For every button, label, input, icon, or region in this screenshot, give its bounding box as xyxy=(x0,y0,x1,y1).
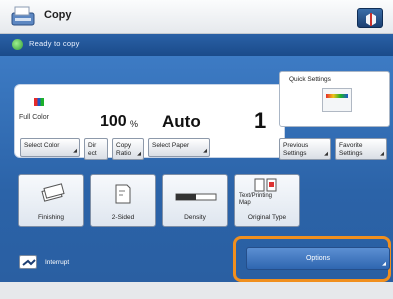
previous-settings-button[interactable]: Previous Settings ◢ xyxy=(279,138,331,160)
status-ok-icon xyxy=(12,39,23,50)
copier-icon xyxy=(10,3,38,29)
status-bar: Ready to copy xyxy=(0,34,393,56)
color-mode-value: Full Color xyxy=(19,114,49,121)
corner-arrow-icon: ◢ xyxy=(380,150,384,157)
density-button[interactable]: Density xyxy=(162,174,228,227)
preset-thumbnail-icon xyxy=(322,88,352,112)
select-paper-label: Select Paper xyxy=(152,142,190,149)
corner-arrow-icon: ◢ xyxy=(324,150,328,157)
density-label: Density xyxy=(184,214,206,221)
copy-ratio-button[interactable]: Copy Ratio ◢ xyxy=(112,138,144,160)
two-sided-label: 2-Sided xyxy=(111,214,135,221)
favorite-settings-label: Favorite Settings xyxy=(339,142,363,157)
finishing-icon xyxy=(41,183,65,208)
title-bar: Copy xyxy=(0,0,393,34)
copy-ratio-label: Copy Ratio xyxy=(116,142,132,157)
toolbox-button[interactable] xyxy=(357,8,383,28)
quick-settings-panel[interactable]: Quick Settings xyxy=(279,71,390,127)
select-color-button[interactable]: Select Color ◢ xyxy=(20,138,80,157)
corner-arrow-icon: ◢ xyxy=(137,150,141,157)
color-mode-icon xyxy=(34,98,44,106)
finishing-button[interactable]: Finishing xyxy=(18,174,84,227)
direct-button[interactable]: Dir ect xyxy=(84,138,108,160)
original-type-label: Original Type xyxy=(247,214,287,221)
corner-arrow-icon: ◢ xyxy=(382,261,386,267)
two-sided-button[interactable]: 2-Sided xyxy=(90,174,156,227)
original-type-mode-text: Text/Printing Map xyxy=(239,193,273,206)
options-button[interactable]: Options ◢ xyxy=(246,247,390,270)
interrupt-label: Interrupt xyxy=(45,259,70,266)
select-color-label: Select Color xyxy=(24,142,60,149)
original-type-button[interactable]: Text/Printing Map Original Type xyxy=(234,174,300,227)
options-label: Options xyxy=(305,255,331,262)
copy-ratio-value: 100 xyxy=(100,113,127,130)
interrupt-button[interactable]: Interrupt xyxy=(14,249,124,277)
copy-ratio-unit: % xyxy=(130,119,139,129)
corner-arrow-icon: ◢ xyxy=(203,147,207,154)
direct-label: Dir ect xyxy=(88,142,97,157)
finishing-label: Finishing xyxy=(37,214,64,221)
app-title: Copy xyxy=(44,9,72,21)
interrupt-icon xyxy=(19,255,37,269)
density-icon xyxy=(175,189,217,207)
paper-value: Auto xyxy=(162,112,201,131)
quantity-value: 1 xyxy=(254,108,267,133)
status-text: Ready to copy xyxy=(29,39,80,48)
corner-arrow-icon: ◢ xyxy=(73,147,77,154)
previous-settings-label: Previous Settings xyxy=(283,142,309,157)
quick-settings-label: Quick Settings xyxy=(289,76,331,83)
two-sided-icon xyxy=(113,183,133,210)
toolbox-icon xyxy=(366,13,376,26)
bottom-strip xyxy=(0,282,393,299)
select-paper-button[interactable]: Select Paper ◢ xyxy=(148,138,210,157)
favorite-settings-button[interactable]: Favorite Settings ◢ xyxy=(335,138,387,160)
